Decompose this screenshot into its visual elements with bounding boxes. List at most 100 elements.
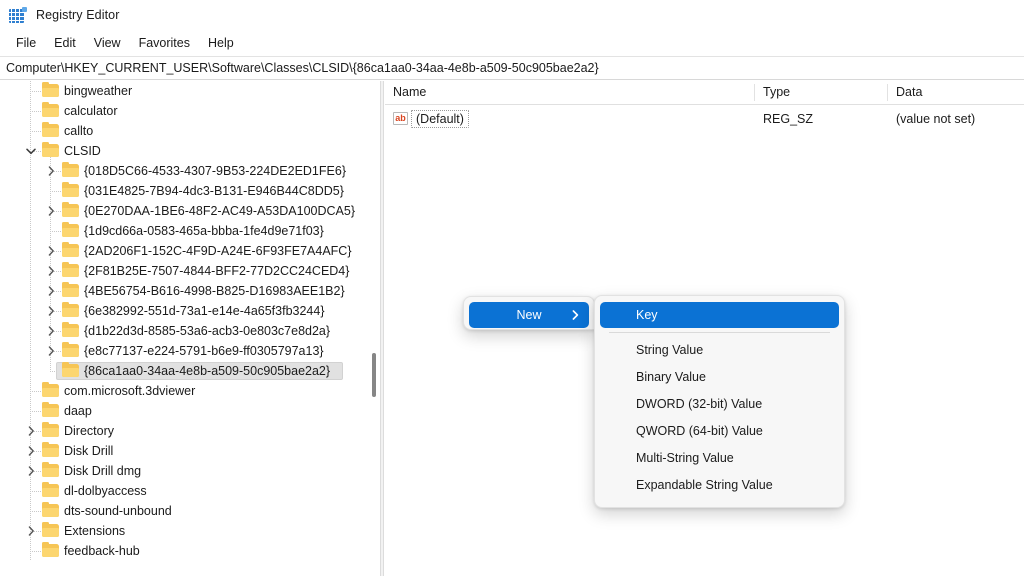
tree-item[interactable]: bingweather (0, 81, 368, 101)
folder-icon (42, 502, 59, 518)
menu-view[interactable]: View (85, 33, 130, 53)
tree-item[interactable]: {e8c77137-e224-5791-b6e9-ff0305797a13} (0, 341, 368, 361)
chevron-right-icon[interactable] (44, 241, 58, 261)
tree-item[interactable]: callto (0, 121, 368, 141)
tree-item-label: com.microsoft.3dviewer (64, 384, 196, 398)
tree-item[interactable]: {d1b22d3d-8585-53a6-acb3-0e803c7e8d2a} (0, 321, 368, 341)
chevron-right-icon[interactable] (44, 321, 58, 341)
tree-item-label: {4BE56754-B616-4998-B825-D16983AEE1B2} (84, 284, 345, 298)
tree-item[interactable]: {4BE56754-B616-4998-B825-D16983AEE1B2} (0, 281, 368, 301)
tree-connector (30, 111, 42, 112)
folder-icon (62, 242, 79, 258)
folder-icon (62, 202, 79, 218)
submenu-item-expandable-string-value[interactable]: Expandable String Value (600, 472, 839, 498)
submenu-item-label: DWORD (32-bit) Value (636, 397, 763, 411)
tree-connector (30, 411, 42, 412)
tree-item-label: {018D5C66-4533-4307-9B53-224DE2ED1FE6} (84, 164, 346, 178)
registry-editor-window: Registry Editor File Edit View Favorites… (0, 0, 1024, 576)
tree-item-label: bingweather (64, 84, 133, 98)
tree-item[interactable]: daap (0, 401, 368, 421)
tree-item-selected[interactable]: {86ca1aa0-34aa-4e8b-a509-50c905bae2a2} (0, 361, 368, 381)
chevron-right-icon[interactable] (44, 281, 58, 301)
tree-item[interactable]: calculator (0, 101, 368, 121)
submenu-item-key[interactable]: Key (600, 302, 839, 328)
menu-file[interactable]: File (7, 33, 45, 53)
tree-item-label: {2AD206F1-152C-4F9D-A24E-6F93FE7A4AFC} (84, 244, 352, 258)
tree-scrollbar-thumb[interactable] (372, 353, 376, 397)
tree-item[interactable]: {018D5C66-4533-4307-9B53-224DE2ED1FE6} (0, 161, 368, 181)
tree-item-label: Directory (64, 424, 115, 438)
submenu-item-qword-64-bit-value[interactable]: QWORD (64-bit) Value (600, 418, 839, 444)
tree-item-label: {031E4825-7B94-4dc3-B131-E946B44C8DD5} (84, 184, 344, 198)
chevron-right-icon[interactable] (24, 421, 38, 441)
tree-item[interactable]: dl-dolbyaccess (0, 481, 368, 501)
tree-vertical-scrollbar[interactable] (368, 81, 380, 576)
value-data: (value not set) (896, 112, 976, 126)
pane-splitter[interactable] (380, 81, 384, 576)
tree-item[interactable]: {6e382992-551d-73a1-e14e-4a65f3fb3244} (0, 301, 368, 321)
column-header-data[interactable]: Data (888, 81, 1024, 104)
tree-item[interactable]: {1d9cd66a-0583-465a-bbba-1fe4d9e71f03} (0, 221, 368, 241)
menu-help[interactable]: Help (199, 33, 243, 53)
table-row[interactable]: ab (Default) REG_SZ (value not set) (385, 108, 1024, 130)
tree-item-label: callto (64, 124, 94, 138)
chevron-right-icon[interactable] (44, 301, 58, 321)
submenu-item-string-value[interactable]: String Value (600, 337, 839, 363)
tree-connector (30, 551, 42, 552)
tree-item[interactable]: Disk Drill (0, 441, 368, 461)
menu-edit[interactable]: Edit (45, 33, 85, 53)
submenu-item-dword-32-bit-value[interactable]: DWORD (32-bit) Value (600, 391, 839, 417)
tree-item[interactable]: {2AD206F1-152C-4F9D-A24E-6F93FE7A4AFC} (0, 241, 368, 261)
folder-icon (42, 462, 59, 478)
tree-item[interactable]: Disk Drill dmg (0, 461, 368, 481)
chevron-right-icon[interactable] (44, 161, 58, 181)
registry-icon (9, 6, 27, 24)
tree-item[interactable]: CLSID (0, 141, 368, 161)
folder-icon (42, 122, 59, 138)
tree-connector (50, 191, 62, 192)
tree-item[interactable]: Directory (0, 421, 368, 441)
folder-icon (62, 302, 79, 318)
window-title: Registry Editor (36, 8, 120, 22)
tree-item[interactable]: {0E270DAA-1BE6-48F2-AC49-A53DA100DCA5} (0, 201, 368, 221)
tree-item[interactable]: {2F81B25E-7507-4844-BFF2-77D2CC24CED4} (0, 261, 368, 281)
chevron-down-icon[interactable] (24, 141, 38, 161)
tree-item-label: calculator (64, 104, 118, 118)
tree-item-label: dl-dolbyaccess (64, 484, 147, 498)
context-menu-item-new[interactable]: New (469, 302, 589, 328)
menu-favorites[interactable]: Favorites (130, 33, 199, 53)
tree-item-label: Extensions (64, 524, 126, 538)
folder-icon (62, 322, 79, 338)
chevron-right-icon[interactable] (24, 461, 38, 481)
tree-item[interactable]: {031E4825-7B94-4dc3-B131-E946B44C8DD5} (0, 181, 368, 201)
address-bar[interactable]: Computer\HKEY_CURRENT_USER\Software\Clas… (0, 56, 1024, 80)
values-list-header: Name Type Data (385, 81, 1024, 105)
folder-icon (62, 182, 79, 198)
tree-item-label: dts-sound-unbound (64, 504, 172, 518)
chevron-right-icon (572, 310, 579, 320)
column-header-name[interactable]: Name (385, 81, 755, 104)
tree-item-label: Disk Drill dmg (64, 464, 142, 478)
tree-connector (50, 231, 62, 232)
tree-item[interactable]: dts-sound-unbound (0, 501, 368, 521)
chevron-right-icon[interactable] (44, 201, 58, 221)
tree-item[interactable]: Extensions (0, 521, 368, 541)
folder-icon (62, 342, 79, 358)
submenu-item-label: Expandable String Value (636, 478, 773, 492)
folder-icon (62, 162, 79, 178)
tree-item-label: {86ca1aa0-34aa-4e8b-a509-50c905bae2a2} (84, 364, 331, 378)
chevron-right-icon[interactable] (24, 521, 38, 541)
value-type: REG_SZ (763, 112, 814, 126)
submenu-item-binary-value[interactable]: Binary Value (600, 364, 839, 390)
tree-item[interactable]: feedback-hub (0, 541, 368, 561)
tree-item-label: Disk Drill (64, 444, 114, 458)
tree-item[interactable]: com.microsoft.3dviewer (0, 381, 368, 401)
registry-tree: bingweather calculator callto CLSID {018D5C6… (0, 81, 368, 561)
chevron-right-icon[interactable] (44, 341, 58, 361)
submenu-item-multi-string-value[interactable]: Multi-String Value (600, 445, 839, 471)
column-header-type[interactable]: Type (755, 81, 888, 104)
string-value-icon: ab (393, 112, 408, 125)
chevron-right-icon[interactable] (24, 441, 38, 461)
folder-icon (42, 542, 59, 558)
chevron-right-icon[interactable] (44, 261, 58, 281)
